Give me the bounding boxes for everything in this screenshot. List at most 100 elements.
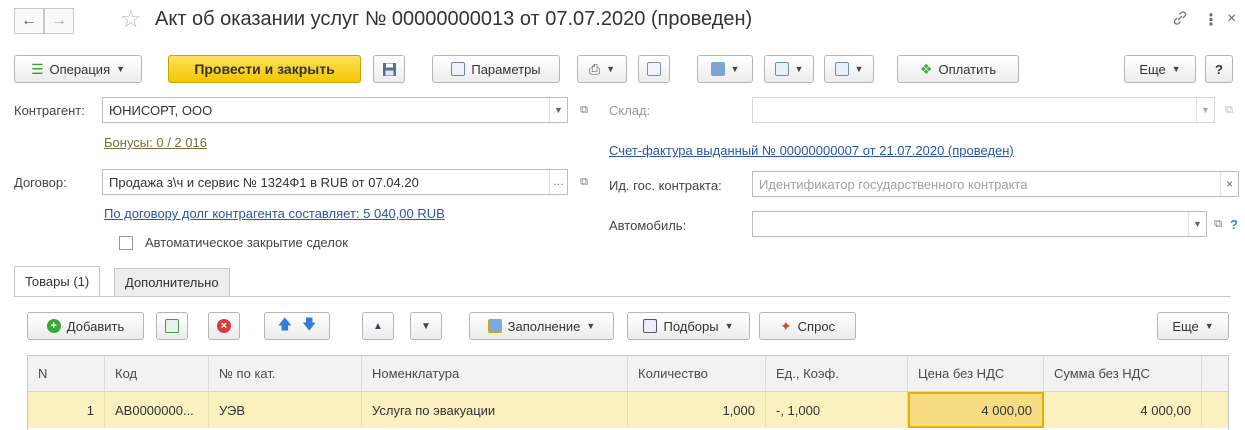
contract-value: Продажа з\ч и сервис № 1324Ф1 в RUB от 0… — [109, 174, 419, 190]
warehouse-label: Склад: — [609, 103, 651, 118]
pay-label: Оплатить — [938, 61, 997, 77]
chevron-down-icon: ▼ — [116, 64, 126, 74]
row-unit-coef[interactable]: -, 1,000 — [766, 392, 908, 428]
column-header[interactable]: № по кат. — [209, 356, 362, 391]
help-button[interactable]: ? — [1205, 55, 1233, 83]
sort-asc-button[interactable]: ▲ — [362, 312, 394, 340]
auto-close-label: Автоматическое закрытие сделок — [145, 235, 348, 250]
demand-button[interactable]: ✦ Спрос — [759, 312, 856, 340]
row-sum[interactable]: 4 000,00 — [1044, 392, 1202, 428]
save-button[interactable] — [373, 55, 405, 83]
fill-button[interactable]: Заполнение ▼ — [469, 312, 614, 340]
more-label: Еще — [1139, 61, 1166, 77]
kebab-icon[interactable]: ⋮ — [1203, 10, 1219, 30]
add-button[interactable]: + Добавить — [27, 312, 144, 340]
forward-button[interactable]: → — [44, 8, 74, 34]
tab-goods[interactable]: Товары (1) — [14, 266, 101, 296]
chevron-down-icon[interactable]: ▼ — [549, 98, 567, 122]
list-icon — [643, 319, 658, 333]
row-item-name[interactable]: Услуга по эвакуации — [362, 392, 628, 428]
column-header[interactable]: Ед., Коэф. — [766, 356, 908, 391]
column-header[interactable]: Цена без НДС — [908, 356, 1044, 391]
post-and-close-button[interactable]: Провести и закрыть — [168, 55, 361, 83]
plus-icon: + — [46, 319, 61, 333]
link-icon[interactable] — [1172, 10, 1188, 31]
column-header[interactable]: Количество — [628, 356, 766, 391]
goods-table[interactable]: N Код № по кат. Номенклатура Количество … — [27, 355, 1229, 430]
back-button[interactable]: ← — [14, 8, 44, 34]
operation-button[interactable]: ☰ Операция ▼ — [14, 55, 142, 83]
operation-icon: ☰ — [30, 60, 44, 77]
invoice-link[interactable]: Счет-фактура выданный № 00000000007 от 2… — [609, 143, 1014, 158]
open-warehouse-icon[interactable]: ⧉ — [1220, 99, 1238, 121]
row-quantity[interactable]: 1,000 — [628, 392, 766, 428]
debt-link[interactable]: По договору долг контрагента составляет:… — [104, 206, 445, 221]
gov-contract-placeholder: Идентификатор государственного контракта — [759, 176, 1028, 192]
demand-label: Спрос — [797, 318, 836, 334]
open-counterparty-icon[interactable]: ⧉ — [575, 99, 593, 121]
arrow-left-icon: ← — [21, 12, 37, 29]
chevron-down-icon: ▼ — [1171, 64, 1181, 74]
chevron-down-icon[interactable]: ▼ — [1188, 212, 1206, 236]
bar-chart-icon — [834, 62, 849, 76]
report-icon — [774, 62, 789, 76]
delete-icon: × — [217, 319, 231, 333]
column-header[interactable]: Код — [105, 356, 209, 391]
row-number[interactable]: 1 — [28, 392, 105, 428]
column-header[interactable]: Номенклатура — [362, 356, 628, 391]
warehouse-field[interactable]: ▼ — [752, 97, 1215, 123]
document-icon — [451, 62, 466, 76]
car-field[interactable]: ▼ — [752, 211, 1207, 237]
structure-button[interactable] — [638, 55, 670, 83]
table-more-button[interactable]: Еще ▼ — [1157, 312, 1229, 340]
arrow-right-icon: → — [51, 12, 67, 29]
clear-icon[interactable]: × — [1220, 172, 1238, 196]
copy-icon — [165, 319, 179, 333]
auto-close-checkbox[interactable] — [119, 236, 133, 250]
printer-icon: ⎙ — [588, 60, 601, 77]
sort-desc-button[interactable]: ▼ — [410, 312, 442, 340]
row-code[interactable]: АВ0000000... — [105, 392, 209, 428]
arrow-down-icon[interactable]: 🡇 — [302, 314, 316, 338]
chart-button[interactable]: ▼ — [824, 55, 874, 83]
structure-icon — [647, 62, 661, 76]
pay-button[interactable]: ❖ Оплатить — [897, 55, 1019, 83]
tab-additional[interactable]: Дополнительно — [114, 268, 230, 296]
counterparty-value: ЮНИСОРТ, ООО — [109, 102, 213, 118]
move-buttons[interactable]: 🡅 🡇 — [264, 312, 330, 340]
operation-label: Операция — [49, 61, 111, 77]
car-label: Автомобиль: — [609, 218, 687, 233]
params-button[interactable]: Параметры — [432, 55, 560, 83]
arrow-up-icon[interactable]: 🡅 — [278, 314, 292, 338]
more-button[interactable]: Еще ▼ — [1124, 55, 1196, 83]
create-based-button[interactable]: ▼ — [697, 55, 753, 83]
column-header[interactable]: Сумма без НДС — [1044, 356, 1202, 391]
counterparty-field[interactable]: ЮНИСОРТ, ООО ▼ — [102, 97, 568, 123]
help-icon[interactable]: ? — [1230, 217, 1238, 232]
print-button[interactable]: ⎙ ▼ — [577, 55, 627, 83]
pay-icon: ❖ — [919, 60, 933, 77]
chevron-down-icon[interactable]: ▼ — [1196, 98, 1214, 122]
reports-button[interactable]: ▼ — [764, 55, 814, 83]
contract-field[interactable]: Продажа з\ч и сервис № 1324Ф1 в RUB от 0… — [102, 169, 568, 195]
select-ellipsis-icon[interactable]: … — [549, 170, 567, 194]
column-header[interactable]: N — [28, 356, 105, 391]
row-price[interactable]: 4 000,00 — [908, 392, 1044, 428]
table-row[interactable]: 1 АВ0000000... УЭВ Услуга по эвакуации 1… — [28, 392, 1228, 428]
star-icon[interactable]: ☆ — [120, 5, 142, 34]
sort-asc-icon: ▲ — [373, 320, 383, 332]
row-catalog-number[interactable]: УЭВ — [209, 392, 362, 428]
pick-button[interactable]: Подборы ▼ — [627, 312, 750, 340]
table-header: N Код № по кат. Номенклатура Количество … — [28, 356, 1228, 392]
gov-contract-input[interactable]: Идентификатор государственного контракта… — [752, 171, 1239, 197]
table-more-label: Еще — [1172, 318, 1199, 334]
delete-row-button[interactable]: × — [208, 312, 240, 340]
create-based-icon — [710, 62, 725, 76]
open-contract-icon[interactable]: ⧉ — [575, 171, 593, 193]
bonus-link[interactable]: Бонусы: 0 / 2 016 — [104, 135, 207, 150]
open-car-icon[interactable]: ⧉ — [1209, 213, 1227, 235]
close-icon[interactable]: × — [1227, 10, 1236, 28]
copy-row-button[interactable] — [156, 312, 188, 340]
fill-icon — [487, 319, 502, 333]
row-overflow — [1202, 392, 1228, 428]
